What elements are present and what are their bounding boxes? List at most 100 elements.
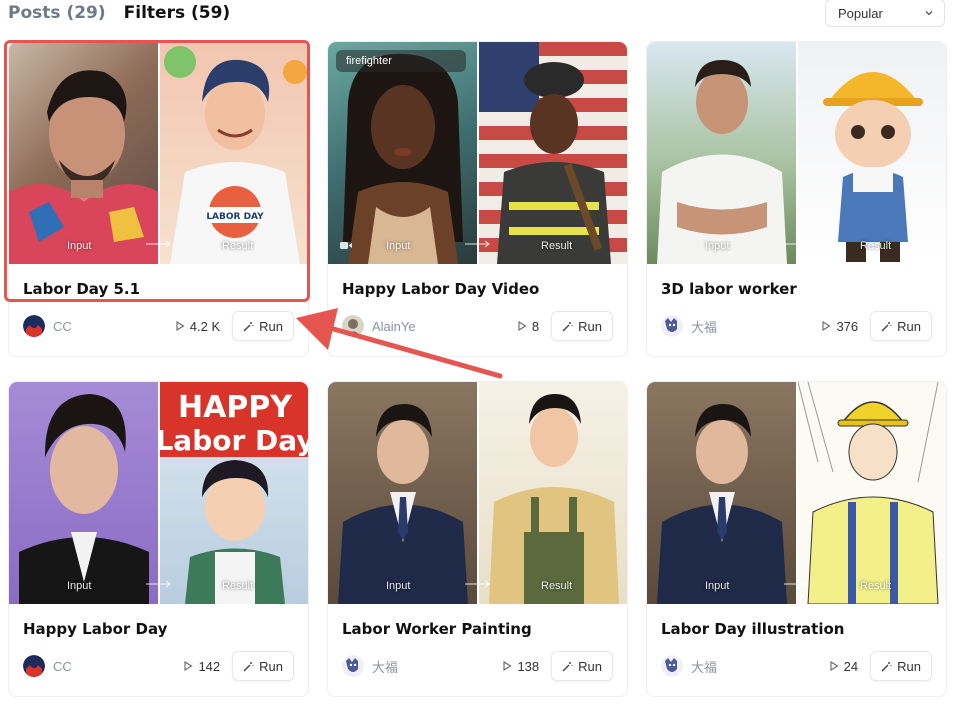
card-meta: 大福 138 Run: [342, 650, 613, 682]
run-button-label: Run: [897, 658, 921, 674]
avatar[interactable]: [342, 655, 364, 677]
worker-painting-illustration: [488, 394, 619, 604]
input-label: Input: [67, 240, 92, 252]
run-button[interactable]: Run: [551, 311, 613, 341]
banner-illustration: HAPPY Labor Day: [159, 382, 308, 604]
author-name[interactable]: 大福: [372, 657, 398, 676]
run-button-label: Run: [897, 318, 921, 334]
author-name[interactable]: 大福: [691, 317, 717, 336]
filter-card[interactable]: Input Result Labor Worker Painting 大福 13…: [327, 381, 628, 697]
play-count: 142: [183, 659, 220, 674]
card-meta: CC 142 Run: [23, 650, 294, 682]
avatar[interactable]: [23, 315, 45, 337]
avatar[interactable]: [342, 315, 364, 337]
filter-card[interactable]: Input Result Labor Day illustration 大福 2…: [646, 381, 947, 697]
filter-card[interactable]: HAPPY Labor Day Input Result Happy Labor…: [8, 381, 309, 697]
input-image: [9, 382, 158, 604]
result-image: LABOR DAY: [157, 42, 308, 264]
input-image: [328, 382, 477, 604]
card-thumbnail[interactable]: Input Result: [647, 382, 946, 604]
result-image: HAPPY Labor Day: [157, 382, 308, 604]
run-button[interactable]: Run: [232, 311, 294, 341]
arrow-right-icon: [784, 240, 809, 248]
result-image: [476, 42, 627, 264]
card-title[interactable]: Labor Worker Painting: [342, 620, 532, 638]
avatar[interactable]: [661, 655, 683, 677]
author-name[interactable]: CC: [53, 319, 72, 334]
firefighter-illustration: [478, 42, 611, 264]
filter-tag: firefighter: [336, 50, 466, 72]
card-title[interactable]: Happy Labor Day Video: [342, 280, 539, 298]
portrait-photo: [657, 404, 787, 604]
card-title[interactable]: Labor Day illustration: [661, 620, 844, 638]
play-count-value: 8: [531, 318, 540, 334]
result-label: Result: [222, 240, 254, 252]
card-thumbnail[interactable]: Input Result: [647, 42, 946, 264]
run-button[interactable]: Run: [551, 651, 613, 681]
tab-filters[interactable]: Filters (59): [124, 3, 231, 23]
portrait-photo: [19, 394, 149, 604]
card-thumbnail[interactable]: LABOR DAY Input Result: [9, 42, 308, 264]
portrait-photo: [338, 404, 468, 604]
sort-value: Popular: [838, 5, 883, 21]
play-count: 8: [517, 319, 539, 334]
card-title[interactable]: Labor Day 5.1: [23, 280, 140, 298]
tab-posts-label: Posts: [8, 3, 61, 23]
author-name[interactable]: 大福: [691, 657, 717, 676]
result-label: Result: [541, 580, 573, 592]
card-thumbnail[interactable]: HAPPY Labor Day Input Result: [9, 382, 308, 604]
input-image: [9, 42, 158, 264]
play-count-value: 138: [517, 658, 540, 674]
run-button-label: Run: [259, 658, 283, 674]
tab-posts[interactable]: Posts (29): [8, 3, 106, 23]
arrow-right-icon: [465, 240, 490, 248]
filter-card[interactable]: Input Result 3D labor worker 大福 376 Run: [646, 41, 947, 357]
result-label: Result: [860, 580, 892, 592]
portrait-photo: [343, 53, 463, 264]
run-button[interactable]: Run: [870, 311, 932, 341]
arrow-right-icon: [146, 580, 171, 588]
avatar[interactable]: [661, 315, 683, 337]
author-name[interactable]: CC: [53, 659, 72, 674]
card-title[interactable]: 3D labor worker: [661, 280, 797, 298]
play-icon: [184, 661, 193, 671]
card-thumbnail[interactable]: firefighter Input Result: [328, 42, 627, 264]
play-count: 24: [829, 659, 858, 674]
play-icon: [518, 321, 527, 331]
tab-filters-count: (59): [191, 3, 231, 23]
video-icon: [340, 242, 352, 249]
input-label: Input: [386, 240, 411, 252]
result-label: Result: [541, 240, 573, 252]
portrait-photo: [657, 60, 787, 264]
card-meta: AlainYe 8 Run: [342, 310, 613, 342]
result-label: Result: [222, 580, 254, 592]
play-icon: [830, 661, 839, 671]
run-button[interactable]: Run: [232, 651, 294, 681]
arrow-right-icon: [465, 580, 490, 588]
filter-card[interactable]: firefighter Input Result Happy Labor Day…: [327, 41, 628, 357]
result-image: [795, 382, 946, 604]
run-button[interactable]: Run: [870, 651, 932, 681]
magic-wand-icon: [243, 321, 254, 331]
sort-dropdown[interactable]: Popular: [825, 0, 945, 27]
labor-day-sign-text: LABOR DAY: [206, 212, 264, 222]
portrait-photo: [9, 70, 158, 264]
author-name[interactable]: AlainYe: [372, 319, 416, 334]
card-meta: 大福 24 Run: [661, 650, 932, 682]
card-thumbnail[interactable]: Input Result: [328, 382, 627, 604]
cartoon-illustration: LABOR DAY: [163, 46, 307, 264]
arrow-right-icon: [146, 240, 171, 248]
magic-wand-icon: [881, 661, 892, 671]
run-button-label: Run: [578, 318, 602, 334]
card-meta: 大福 376 Run: [661, 310, 932, 342]
input-label: Input: [386, 580, 411, 592]
filter-card[interactable]: LABOR DAY Input Result Labor Day 5.1 CC …: [8, 41, 309, 357]
avatar[interactable]: [23, 655, 45, 677]
3d-worker-illustration: [822, 72, 923, 262]
input-image: [328, 42, 477, 264]
input-image: [647, 382, 796, 604]
play-count: 138: [502, 659, 539, 674]
input-image: [647, 42, 796, 264]
play-count: 376: [821, 319, 858, 334]
card-title[interactable]: Happy Labor Day: [23, 620, 167, 638]
